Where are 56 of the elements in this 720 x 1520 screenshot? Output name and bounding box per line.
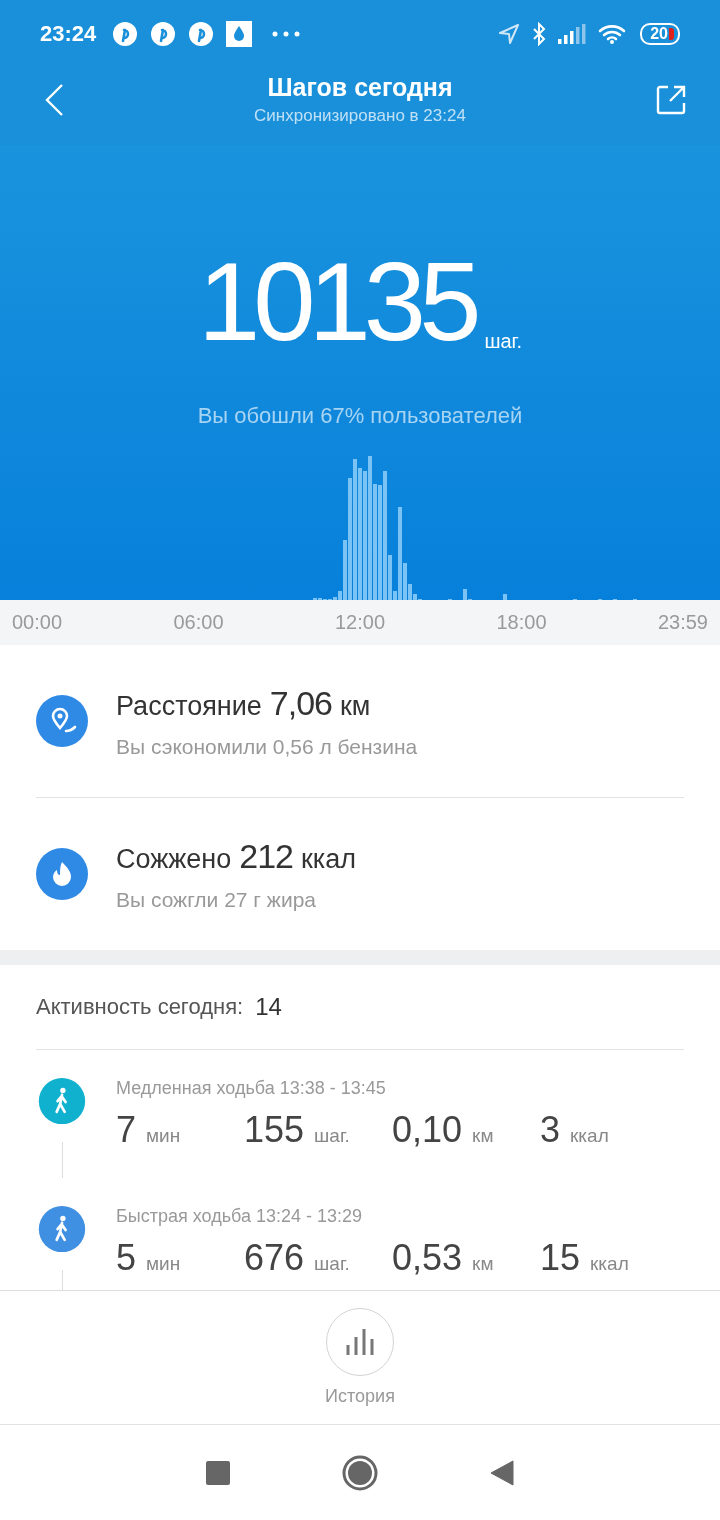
metric-unit: мин [146,1253,181,1275]
metric-value: 7 [116,1109,137,1151]
notification-icon [112,21,139,47]
bar-chart-icon [346,1329,374,1355]
activity-count: 14 [255,993,282,1021]
recent-apps-button[interactable] [206,1460,230,1485]
metric-value: 3 [540,1109,561,1151]
stat-label: Расстояние [116,690,262,722]
more-icon [272,31,301,37]
metric-value: 0,53 [392,1237,463,1279]
battery-indicator: 20 [640,23,680,45]
notification-icon [150,21,177,47]
metric-unit: мин [146,1125,181,1147]
step-count: 10135 [198,243,475,361]
home-button[interactable] [342,1454,378,1491]
metric-unit: ккал [570,1125,609,1147]
time-axis-label: 00:00 [12,611,63,634]
metric-unit: км [472,1253,494,1275]
metric-unit: шаг. [314,1253,350,1275]
activity-title: Медленная ходьба 13:38 - 13:45 [116,1078,387,1099]
map-pin-icon [36,695,88,747]
history-label: История [325,1386,395,1407]
drop-icon [226,21,253,47]
time-axis-label: 06:00 [173,611,224,634]
activity-label: Активность сегодня: [36,994,244,1020]
flame-icon [36,848,88,900]
stat-label: Сожжено [116,843,232,875]
clock-time: 23:24 [40,21,97,47]
stat-note: Вы сэкономили 0,56 л бензина [116,734,418,759]
metric-value: 5 [116,1237,137,1279]
time-axis-label: 18:00 [496,611,547,634]
comparison-text: Вы обошли 67% пользователей [197,403,523,429]
stat-value: 7,06 [269,683,333,723]
time-axis-label: 12:00 [334,611,386,634]
metric-value: 15 [540,1237,581,1279]
metric-unit: км [472,1125,494,1147]
metric-value: 676 [244,1237,305,1279]
time-axis-label: 23:59 [657,611,708,634]
signal-icon [558,24,587,44]
metric-unit: ккал [590,1253,629,1275]
back-nav-button[interactable] [490,1459,514,1486]
sync-status: Синхронизировано в 23:24 [254,106,466,126]
notification-icon [188,21,215,47]
metric-value: 0,10 [392,1109,463,1151]
bluetooth-icon [532,22,547,46]
step-unit: шаг. [484,330,522,353]
stat-value: 212 [239,836,293,876]
stat-unit: ккал [301,843,356,875]
screen-title: Шагов сегодня [267,73,453,102]
activity-title: Быстрая ходьба 13:24 - 13:29 [116,1206,364,1227]
location-icon [498,23,521,45]
histogram-bar [503,594,507,600]
stat-unit: км [340,690,371,722]
metric-unit: шаг. [314,1125,350,1147]
metric-value: 155 [244,1109,305,1151]
stat-note: Вы сожгли 27 г жира [116,887,317,912]
